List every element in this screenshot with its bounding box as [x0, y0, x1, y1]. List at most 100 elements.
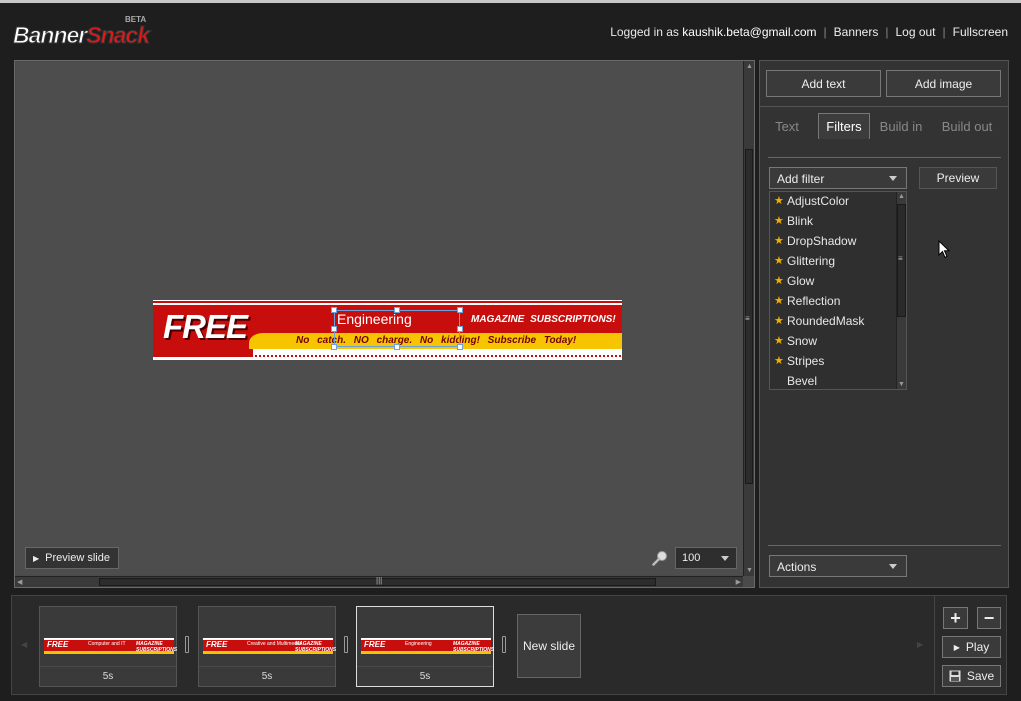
stage-workspace[interactable]: FREE Engineering MAGAZINE SUBSCRIPTIONS!…: [16, 62, 743, 575]
thumb-magazine-text: MAGAZINE SUBSCRIPTIONS: [136, 641, 178, 653]
divider: [768, 157, 1001, 158]
play-button[interactable]: ▶ Play: [942, 636, 1001, 658]
add-text-button[interactable]: Add text: [766, 70, 881, 97]
stage-vertical-scrollbar[interactable]: ▲ ≡ ▼: [743, 61, 754, 576]
scroll-down-icon[interactable]: ▼: [898, 381, 905, 388]
preview-slide-button[interactable]: ▶ Preview slide: [25, 547, 119, 569]
banner-free-text[interactable]: FREE: [163, 310, 248, 344]
zoom-dropdown[interactable]: 100: [675, 547, 737, 569]
play-icon: ▶: [33, 553, 40, 563]
selection-box[interactable]: [331, 307, 463, 350]
grip-icon: ≡: [745, 314, 750, 323]
resize-handle[interactable]: [457, 326, 463, 332]
filter-list-scrollbar[interactable]: ▲ ≡ ▼: [896, 192, 906, 389]
new-slide-button[interactable]: New slide: [517, 614, 581, 678]
filter-option[interactable]: ★ RoundedMask: [770, 312, 906, 332]
mouse-cursor-icon: [938, 240, 951, 259]
filter-option[interactable]: ★ Reflection: [770, 292, 906, 312]
banner-magazine-text[interactable]: MAGAZINE SUBSCRIPTIONS!: [471, 314, 616, 325]
floppy-disk-icon: [949, 670, 961, 682]
zoom-value: 100: [682, 552, 701, 564]
chevron-down-icon: [721, 556, 729, 561]
resize-handle[interactable]: [457, 344, 463, 350]
filter-option[interactable]: ★ Glittering: [770, 252, 906, 272]
filter-option[interactable]: Bevel: [770, 372, 906, 392]
filter-option-label: Bevel: [787, 374, 818, 388]
tab-build-out[interactable]: Build out: [936, 113, 998, 139]
resize-handle[interactable]: [331, 344, 337, 350]
thumb-magazine-text: MAGAZINE SUBSCRIPTIONS: [295, 641, 337, 653]
add-filter-dropdown[interactable]: Add filter: [769, 167, 907, 189]
stage-horizontal-scrollbar[interactable]: ◀ ||| ▶: [15, 576, 743, 587]
timeline-right-arrow-icon[interactable]: ▶: [917, 640, 923, 649]
scroll-down-icon[interactable]: ▼: [746, 567, 753, 574]
slide-divider-handle[interactable]: [502, 636, 506, 653]
slide-thumbnail[interactable]: FREE Engineering MAGAZINE SUBSCRIPTIONS 5s: [356, 606, 494, 687]
bannersnack-logo[interactable]: BannerSnack BETA: [12, 15, 151, 54]
save-button[interactable]: Save: [942, 665, 1001, 687]
resize-handle[interactable]: [331, 326, 337, 332]
preview-button[interactable]: Preview: [919, 167, 997, 189]
preview-slide-label: Preview slide: [45, 552, 110, 564]
tab-text[interactable]: Text: [766, 113, 808, 139]
scroll-up-icon[interactable]: ▲: [898, 193, 905, 200]
thumb-title-text: Creative and Multimedia: [247, 641, 301, 647]
stage-canvas: FREE Engineering MAGAZINE SUBSCRIPTIONS!…: [14, 60, 755, 588]
app-window: BannerSnack BETA Logged in as kaushik.be…: [0, 0, 1021, 701]
logo-part-2: Snack: [86, 22, 151, 49]
banner-preview[interactable]: FREE Engineering MAGAZINE SUBSCRIPTIONS!…: [153, 300, 622, 360]
grip-icon: ≡: [898, 254, 903, 263]
resize-handle[interactable]: [331, 307, 337, 313]
grip-icon: |||: [376, 576, 383, 585]
tab-build-in[interactable]: Build in: [874, 113, 928, 139]
filter-option[interactable]: ★ Blink: [770, 212, 906, 232]
filter-option-label: Reflection: [787, 294, 841, 308]
slide-duration[interactable]: 5s: [40, 666, 176, 686]
filter-option[interactable]: ★ AdjustColor: [770, 192, 906, 212]
slide-thumbnail[interactable]: FREE Creative and Multimedia MAGAZINE SUBS…: [198, 606, 336, 687]
star-icon: ★: [774, 195, 784, 207]
slide-duration[interactable]: 5s: [199, 666, 335, 686]
slide-banner-preview: FREE Engineering MAGAZINE SUBSCRIPTIONS: [361, 638, 494, 654]
slide-duration[interactable]: 5s: [357, 666, 493, 686]
top-nav: Logged in as kaushik.beta@gmail.com | Ba…: [610, 24, 1008, 40]
resize-handle[interactable]: [457, 307, 463, 313]
scroll-up-icon[interactable]: ▲: [746, 63, 753, 70]
filter-option[interactable]: ★ Snow: [770, 332, 906, 352]
filter-option-label: AdjustColor: [787, 194, 850, 208]
banners-link[interactable]: Banners: [834, 25, 879, 39]
logout-link[interactable]: Log out: [895, 25, 935, 39]
tab-filters[interactable]: Filters: [818, 113, 870, 139]
nav-separator: |: [823, 25, 827, 39]
scroll-left-icon[interactable]: ◀: [17, 578, 22, 586]
slide-thumbnail[interactable]: FREE Computer and IT MAGAZINE SUBSCRIPTION…: [39, 606, 177, 687]
filter-options-list[interactable]: ★ AdjustColor ★ Blink ★ DropShadow ★ Glittering…: [769, 191, 907, 390]
star-icon: ★: [774, 255, 784, 267]
filter-option[interactable]: ★ Glow: [770, 272, 906, 292]
remove-slide-button[interactable]: −: [977, 607, 1001, 629]
filter-option-label: Stripes: [787, 354, 825, 368]
thumb-free-text: FREE: [206, 640, 228, 649]
resize-handle[interactable]: [394, 307, 400, 313]
add-slide-button[interactable]: +: [943, 607, 968, 629]
scroll-right-icon[interactable]: ▶: [736, 578, 741, 586]
logo-part-1: Banner: [12, 22, 87, 49]
add-image-button[interactable]: Add image: [886, 70, 1001, 97]
filter-option-label: RoundedMask: [787, 314, 865, 328]
banner-bottom-stripe: [153, 355, 251, 357]
slide-banner-preview: FREE Computer and IT MAGAZINE SUBSCRIPTION…: [44, 638, 178, 654]
actions-dropdown[interactable]: Actions: [769, 555, 907, 577]
filter-option[interactable]: ★ Stripes: [770, 352, 906, 372]
resize-handle[interactable]: [394, 344, 400, 350]
timeline-left-arrow-icon[interactable]: ◀: [21, 640, 27, 649]
filter-option-label: DropShadow: [787, 234, 857, 248]
slide-divider-handle[interactable]: [344, 636, 348, 653]
fullscreen-link[interactable]: Fullscreen: [953, 25, 1008, 39]
filter-option[interactable]: ★ DropShadow: [770, 232, 906, 252]
star-icon: ★: [774, 235, 784, 247]
filter-option-label: Glow: [787, 274, 815, 288]
banner-top-stripe: [153, 301, 622, 303]
slide-divider-handle[interactable]: [185, 636, 189, 653]
divider: [768, 545, 1001, 546]
play-icon: ▶: [953, 642, 960, 652]
